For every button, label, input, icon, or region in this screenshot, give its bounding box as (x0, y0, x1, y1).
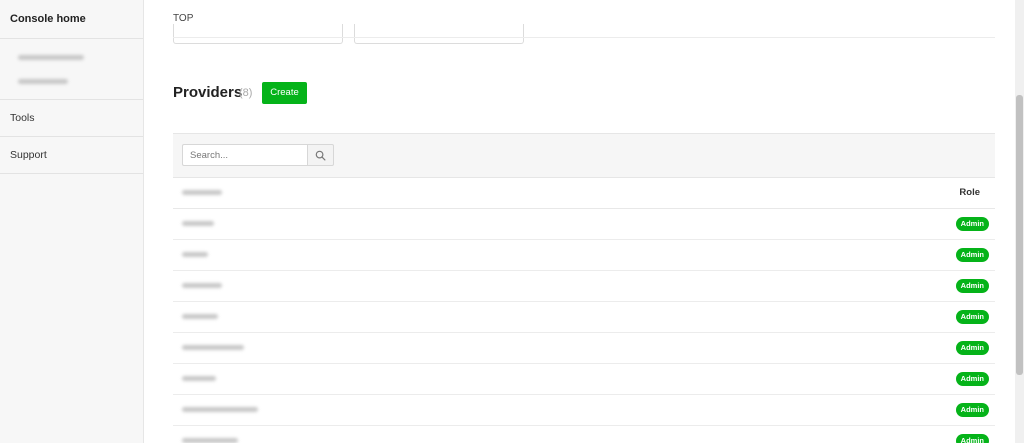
summary-card (354, 24, 524, 44)
role-badge: Admin (955, 217, 989, 231)
main-content: TOP Providers (8) Create Role (145, 0, 1015, 443)
role-badge: Admin (955, 434, 989, 443)
providers-table: Role Admin Admin Admin Admin Admin (173, 133, 995, 443)
redacted-provider-name (182, 438, 238, 443)
table-row[interactable]: Admin (173, 426, 995, 443)
redacted-provider-name (182, 283, 222, 288)
redacted-provider-name (182, 314, 218, 319)
column-header-role[interactable]: Role (959, 187, 980, 198)
table-row[interactable]: Admin (173, 240, 995, 271)
redacted-provider-name (182, 376, 216, 381)
table-row[interactable]: Admin (173, 333, 995, 364)
search-button[interactable] (307, 144, 334, 166)
create-button[interactable]: Create (262, 82, 307, 104)
role-badge: Admin (955, 310, 989, 324)
divider (173, 37, 995, 38)
scrollbar-thumb[interactable] (1016, 95, 1023, 375)
search-input[interactable] (182, 144, 307, 166)
sidebar-item-tools[interactable]: Tools (0, 100, 143, 137)
table-row[interactable]: Admin (173, 395, 995, 426)
sidebar-item-console-home[interactable]: Console home (0, 0, 143, 39)
role-badge: Admin (955, 403, 989, 417)
role-badge: Admin (955, 279, 989, 293)
search-icon (315, 150, 326, 160)
role-badge: Admin (955, 372, 989, 386)
providers-count: (8) (239, 87, 253, 99)
table-row[interactable]: Admin (173, 364, 995, 395)
redacted-provider-name (182, 221, 214, 226)
page-title: Providers (173, 84, 243, 101)
vertical-scrollbar[interactable] (1015, 0, 1024, 443)
summary-card (173, 24, 343, 44)
table-row[interactable]: Admin (173, 302, 995, 333)
redacted-account-line (18, 79, 68, 84)
sidebar: Console home Tools Support (0, 0, 144, 443)
console-app: Console home Tools Support TOP Providers… (0, 0, 1024, 443)
search-bar (173, 134, 995, 178)
sidebar-item-support[interactable]: Support (0, 137, 143, 174)
redacted-account-line (18, 55, 84, 60)
table-row[interactable]: Admin (173, 271, 995, 302)
account-info-redacted (0, 39, 143, 100)
table-header: Role (173, 178, 995, 209)
table-row[interactable]: Admin (173, 209, 995, 240)
role-badge: Admin (955, 341, 989, 355)
redacted-provider-name (182, 407, 258, 412)
breadcrumb[interactable]: TOP (173, 13, 193, 24)
redacted-provider-name (182, 252, 208, 257)
role-badge: Admin (955, 248, 989, 262)
redacted-provider-name (182, 345, 244, 350)
redacted-column-header (182, 190, 222, 195)
